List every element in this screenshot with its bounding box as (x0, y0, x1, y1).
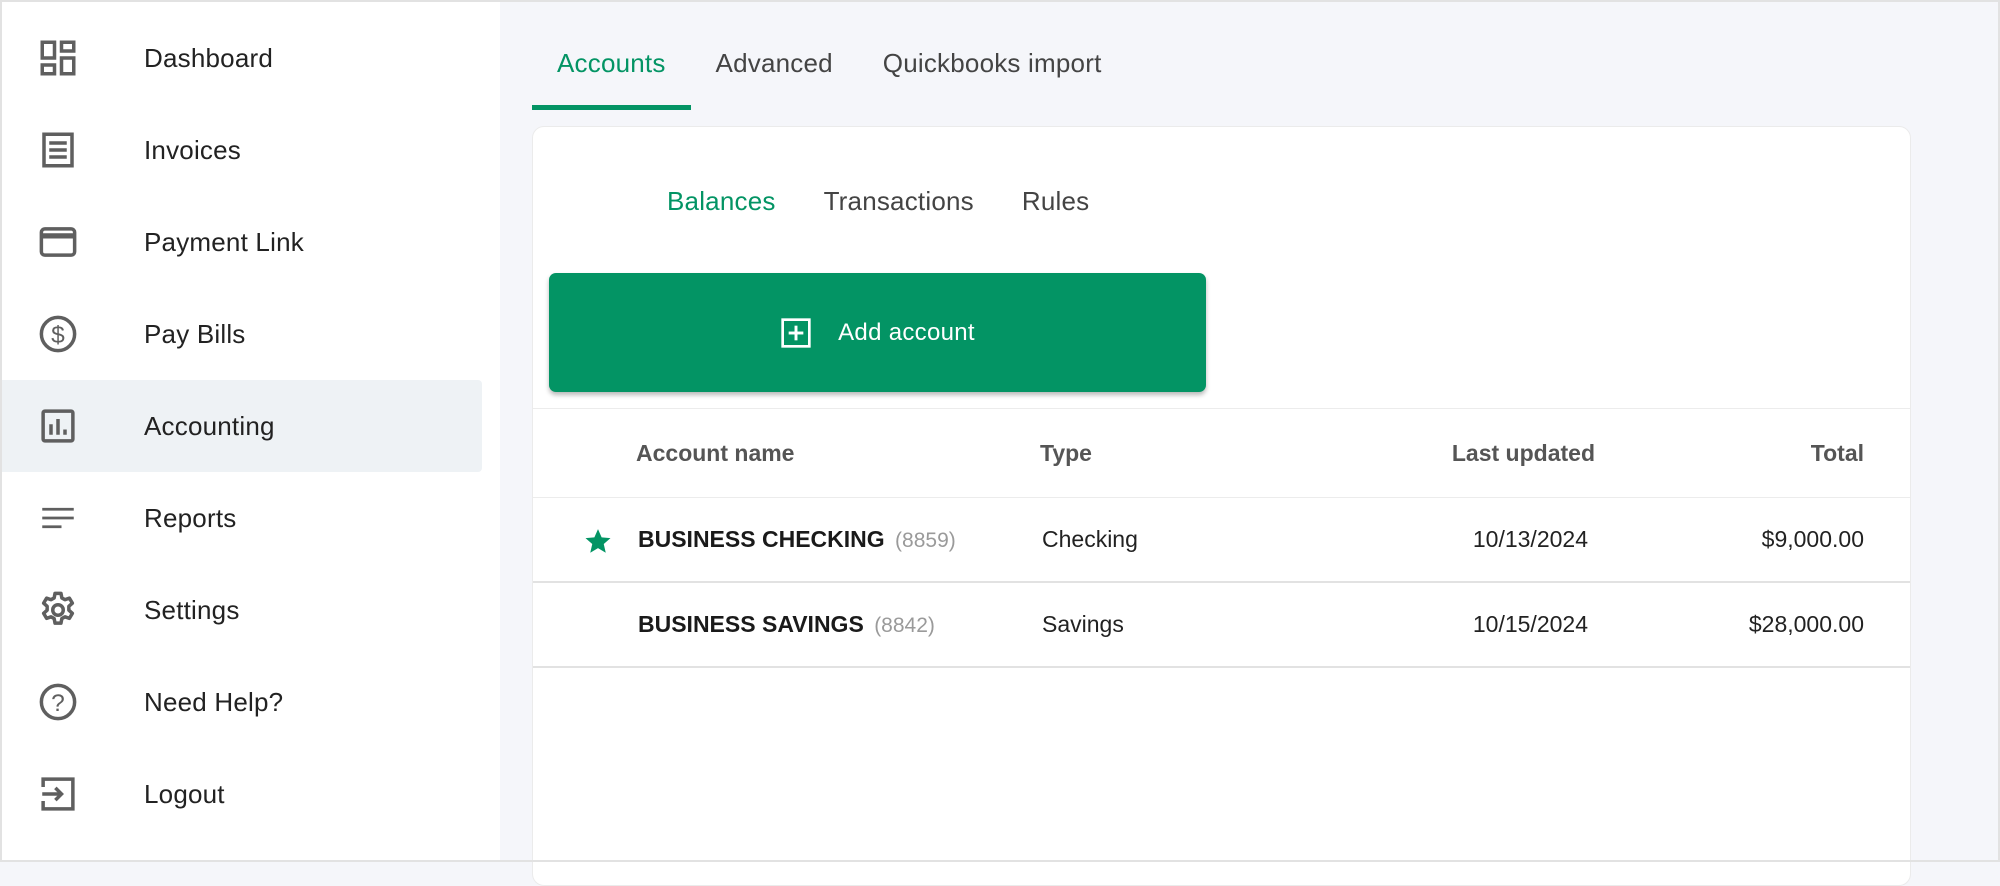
table-row[interactable]: BUSINESS CHECKING (8859) Checking 10/13/… (533, 498, 1910, 583)
last-updated: 10/15/2024 (1472, 611, 1588, 637)
sidebar-item-payment-link[interactable]: Payment Link (2, 196, 482, 288)
sidebar-item-label: Invoices (144, 134, 241, 165)
account-type: Savings (1042, 611, 1124, 637)
accounts-table: Account name Type Last updated Total BUS… (533, 409, 1910, 668)
account-name: BUSINESS CHECKING (638, 526, 885, 552)
logout-icon (37, 773, 79, 815)
sidebar-item-need-help[interactable]: ? Need Help? (2, 656, 482, 748)
dashboard-icon (37, 37, 79, 79)
sidebar-item-label: Reports (144, 502, 237, 533)
sidebar-item-pay-bills[interactable]: $ Pay Bills (2, 288, 482, 380)
column-header-last-updated[interactable]: Last updated (1452, 409, 1595, 497)
sidebar-item-label: Settings (144, 594, 240, 625)
star-icon[interactable] (583, 526, 613, 556)
sidebar-item-label: Payment Link (144, 226, 304, 257)
sidebar-item-label: Accounting (144, 410, 275, 441)
account-name-cell: BUSINESS CHECKING (8859) (638, 498, 956, 582)
table-header: Account name Type Last updated Total (533, 409, 1910, 498)
table-row[interactable]: BUSINESS SAVINGS (8842) Savings 10/15/20… (533, 583, 1910, 668)
sidebar-item-settings[interactable]: Settings (2, 564, 482, 656)
sidebar: Dashboard Invoices Payment Link $ Pay Bi… (0, 0, 500, 862)
sidebar-item-label: Pay Bills (144, 318, 246, 349)
bar-chart-icon (37, 405, 79, 447)
top-tabs: Accounts Advanced Quickbooks import (532, 36, 1127, 110)
tab-transactions[interactable]: Transactions (800, 179, 998, 223)
sidebar-item-logout[interactable]: Logout (2, 748, 482, 840)
tab-advanced[interactable]: Advanced (691, 36, 858, 110)
plus-square-icon (781, 317, 811, 348)
help-circle-icon: ? (37, 681, 79, 723)
tab-balances[interactable]: Balances (643, 179, 800, 223)
column-header-account-name[interactable]: Account name (636, 409, 794, 497)
column-header-type[interactable]: Type (1040, 409, 1092, 497)
svg-text:?: ? (51, 690, 65, 717)
account-number: (8859) (895, 529, 956, 552)
sub-tabs: Balances Transactions Rules (643, 179, 1113, 223)
account-name: BUSINESS SAVINGS (638, 611, 864, 637)
tab-quickbooks-import[interactable]: Quickbooks import (858, 36, 1127, 110)
gear-icon (37, 589, 79, 631)
column-header-total[interactable]: Total (1811, 409, 1864, 497)
sidebar-item-label: Logout (144, 778, 225, 809)
dollar-circle-icon: $ (37, 313, 79, 355)
tab-accounts[interactable]: Accounts (532, 36, 691, 110)
last-updated: 10/13/2024 (1472, 526, 1588, 552)
account-number: (8842) (874, 614, 935, 637)
account-total: $28,000.00 (1748, 611, 1864, 637)
account-type: Checking (1042, 526, 1138, 552)
sidebar-item-invoices[interactable]: Invoices (2, 104, 482, 196)
receipt-icon (37, 129, 79, 171)
sidebar-item-accounting[interactable]: Accounting (2, 380, 482, 472)
sidebar-item-label: Need Help? (144, 686, 284, 717)
sidebar-item-label: Dashboard (144, 42, 273, 73)
account-total: $9,000.00 (1761, 526, 1864, 552)
sidebar-item-dashboard[interactable]: Dashboard (2, 12, 482, 104)
add-account-button[interactable]: Add account (549, 273, 1206, 392)
accounts-card: Balances Transactions Rules Add account … (532, 126, 1911, 886)
sidebar-item-reports[interactable]: Reports (2, 472, 482, 564)
lines-icon (37, 497, 79, 539)
add-account-label: Add account (838, 318, 975, 346)
svg-text:$: $ (51, 322, 65, 349)
credit-card-icon (37, 221, 79, 263)
account-name-cell: BUSINESS SAVINGS (8842) (638, 583, 935, 667)
tab-rules[interactable]: Rules (998, 179, 1113, 223)
